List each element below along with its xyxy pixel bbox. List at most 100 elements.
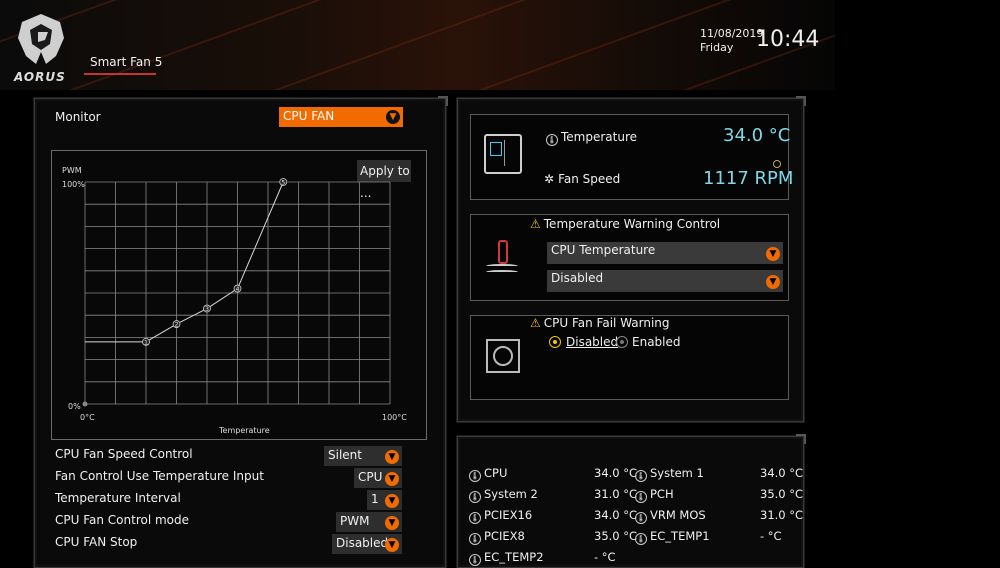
thermometer-icon: 🌡 bbox=[635, 512, 647, 524]
fan-curve-line bbox=[85, 181, 284, 343]
sensor-name-text: PCIEX8 bbox=[484, 529, 525, 543]
origin-point bbox=[82, 401, 88, 407]
sensor-name-text: System 1 bbox=[650, 466, 704, 480]
logo-text: AORUS bbox=[14, 70, 66, 84]
sensor-name-text: PCH bbox=[650, 487, 674, 501]
sensor-value: 35.0 °C bbox=[594, 529, 638, 543]
thermometer-icon: 🌡 bbox=[469, 533, 481, 545]
temperature-value: 34.0 °C bbox=[723, 125, 791, 146]
radio-enabled[interactable] bbox=[616, 336, 628, 348]
sensor-name: 🌡 VRM MOS bbox=[635, 508, 706, 524]
sensor-name-text: CPU bbox=[484, 466, 508, 480]
curve-point-label: 5 bbox=[281, 180, 285, 187]
tab-smart-fan-5[interactable]: Smart Fan 5 bbox=[90, 55, 162, 69]
sensor-name-text: PCIEX16 bbox=[484, 508, 533, 522]
date-text: 11/08/2019 bbox=[700, 27, 764, 40]
chevron-down-icon: ▼ bbox=[385, 494, 399, 508]
temp-warning-level-select[interactable]: Disabled ▼ bbox=[547, 270, 783, 292]
setting-select[interactable]: CPU ▼ bbox=[354, 468, 402, 488]
chevron-down-icon: ▼ bbox=[766, 275, 780, 289]
setting-select[interactable]: Silent ▼ bbox=[324, 446, 402, 466]
setting-label: CPU FAN Stop bbox=[55, 535, 138, 549]
tab-underline bbox=[84, 73, 156, 75]
thermometer-icon: 🌡 bbox=[635, 533, 647, 545]
temperature-label-text: Temperature bbox=[561, 130, 638, 144]
sensor-name: 🌡 CPU bbox=[469, 466, 507, 482]
setting-value: Silent bbox=[328, 448, 362, 462]
temp-source-value: CPU Temperature bbox=[551, 243, 656, 257]
temp-warning-title: ⚠ Temperature Warning Control bbox=[530, 217, 720, 231]
y-tick-top: 100% bbox=[62, 180, 85, 189]
setting-value: CPU bbox=[358, 470, 383, 484]
sensor-value: - °C bbox=[594, 550, 616, 564]
y-axis-label: PWM bbox=[62, 166, 82, 175]
sensor-name: 🌡 EC_TEMP1 bbox=[635, 529, 710, 545]
temp-warning-level-value: Disabled bbox=[551, 271, 604, 285]
temperature-label: 🌡 Temperature bbox=[546, 130, 637, 146]
setting-value: Disabled bbox=[336, 536, 389, 550]
chevron-down-icon: ▼ bbox=[385, 516, 399, 530]
fan-unit-icon bbox=[486, 339, 520, 373]
settings-dot-icon[interactable] bbox=[773, 160, 781, 168]
sensor-name-text: EC_TEMP1 bbox=[650, 529, 710, 543]
day-text: Friday bbox=[700, 41, 734, 54]
monitor-label: Monitor bbox=[55, 110, 101, 124]
thermometer-icon: 🌡 bbox=[469, 470, 481, 482]
radio-disabled-label[interactable]: Disabled bbox=[566, 335, 618, 349]
monitor-select[interactable]: CPU FAN ▼ bbox=[279, 107, 403, 127]
setting-label: Fan Control Use Temperature Input bbox=[55, 469, 264, 483]
fan-fail-title: ⚠ CPU Fan Fail Warning bbox=[530, 316, 670, 330]
curve-point-label: 3 bbox=[205, 306, 209, 313]
radio-enabled-label[interactable]: Enabled bbox=[632, 335, 681, 349]
right-blank bbox=[835, 0, 1000, 563]
sensor-value: 35.0 °C bbox=[760, 487, 804, 501]
chevron-down-icon: ▼ bbox=[385, 450, 399, 464]
sensor-value: 34.0 °C bbox=[594, 466, 638, 480]
temp-source-select[interactable]: CPU Temperature ▼ bbox=[547, 242, 783, 264]
temp-warning-title-text: Temperature Warning Control bbox=[543, 217, 721, 231]
sensor-value: 31.0 °C bbox=[760, 508, 804, 522]
setting-value: PWM bbox=[340, 514, 370, 528]
sensor-name-text: VRM MOS bbox=[650, 508, 706, 522]
warning-icon: ⚠ bbox=[530, 316, 541, 330]
fan-speed-label-text: Fan Speed bbox=[558, 172, 621, 186]
chevron-down-icon: ▼ bbox=[766, 247, 780, 261]
radio-disabled[interactable] bbox=[549, 336, 561, 348]
thermometer-icon: 🌡 bbox=[546, 134, 558, 146]
sensor-name: 🌡 PCIEX8 bbox=[469, 529, 525, 545]
clock-time: 10:44 bbox=[756, 27, 820, 52]
x-tick-right: 100°C bbox=[382, 413, 407, 422]
sensor-value: - °C bbox=[760, 529, 782, 543]
setting-label: CPU Fan Control mode bbox=[55, 513, 190, 527]
setting-label: Temperature Interval bbox=[55, 491, 181, 505]
warning-icon: ⚠ bbox=[530, 217, 541, 231]
setting-select[interactable]: Disabled ▼ bbox=[332, 534, 402, 554]
curve-point-label: 4 bbox=[236, 286, 240, 293]
aorus-logo: AORUS bbox=[12, 8, 70, 88]
monitor-select-value: CPU FAN bbox=[283, 109, 335, 123]
thermometer-icon: 🌡 bbox=[635, 470, 647, 482]
x-axis-label: Temperature bbox=[218, 426, 270, 435]
thermometer-icon: 🌡 bbox=[469, 512, 481, 524]
setting-select[interactable]: PWM ▼ bbox=[336, 512, 402, 532]
sensor-name: 🌡 PCIEX16 bbox=[469, 508, 532, 524]
sensor-value: 34.0 °C bbox=[594, 508, 638, 522]
setting-select[interactable]: 1 ▼ bbox=[367, 490, 402, 510]
sensor-value: 34.0 °C bbox=[760, 466, 804, 480]
sensor-value: 31.0 °C bbox=[594, 487, 638, 501]
chevron-down-icon: ▼ bbox=[385, 538, 399, 552]
fan-curve[interactable]: 1 2 3 4 5 bbox=[82, 178, 288, 407]
pc-case-icon bbox=[484, 134, 522, 174]
sensor-name: 🌡 System 1 bbox=[635, 466, 704, 482]
thermometer-icon: 🌡 bbox=[469, 491, 481, 503]
heat-warning-icon bbox=[486, 240, 520, 276]
sensor-name: 🌡 EC_TEMP2 bbox=[469, 550, 544, 566]
fan-curve-chart[interactable]: PWM 100% 0% 0°C 100°C Temperature 1 2 3 4 5 bbox=[51, 150, 425, 438]
curve-point-label: 1 bbox=[144, 339, 148, 346]
fan-icon: ✲ bbox=[544, 172, 555, 186]
fan-speed-value: 1117 RPM bbox=[703, 168, 794, 189]
sensor-name: 🌡 System 2 bbox=[469, 487, 538, 503]
fan-speed-label: ✲ Fan Speed bbox=[544, 172, 620, 186]
y-tick-bottom: 0% bbox=[68, 402, 81, 411]
sensor-name: 🌡 PCH bbox=[635, 487, 674, 503]
